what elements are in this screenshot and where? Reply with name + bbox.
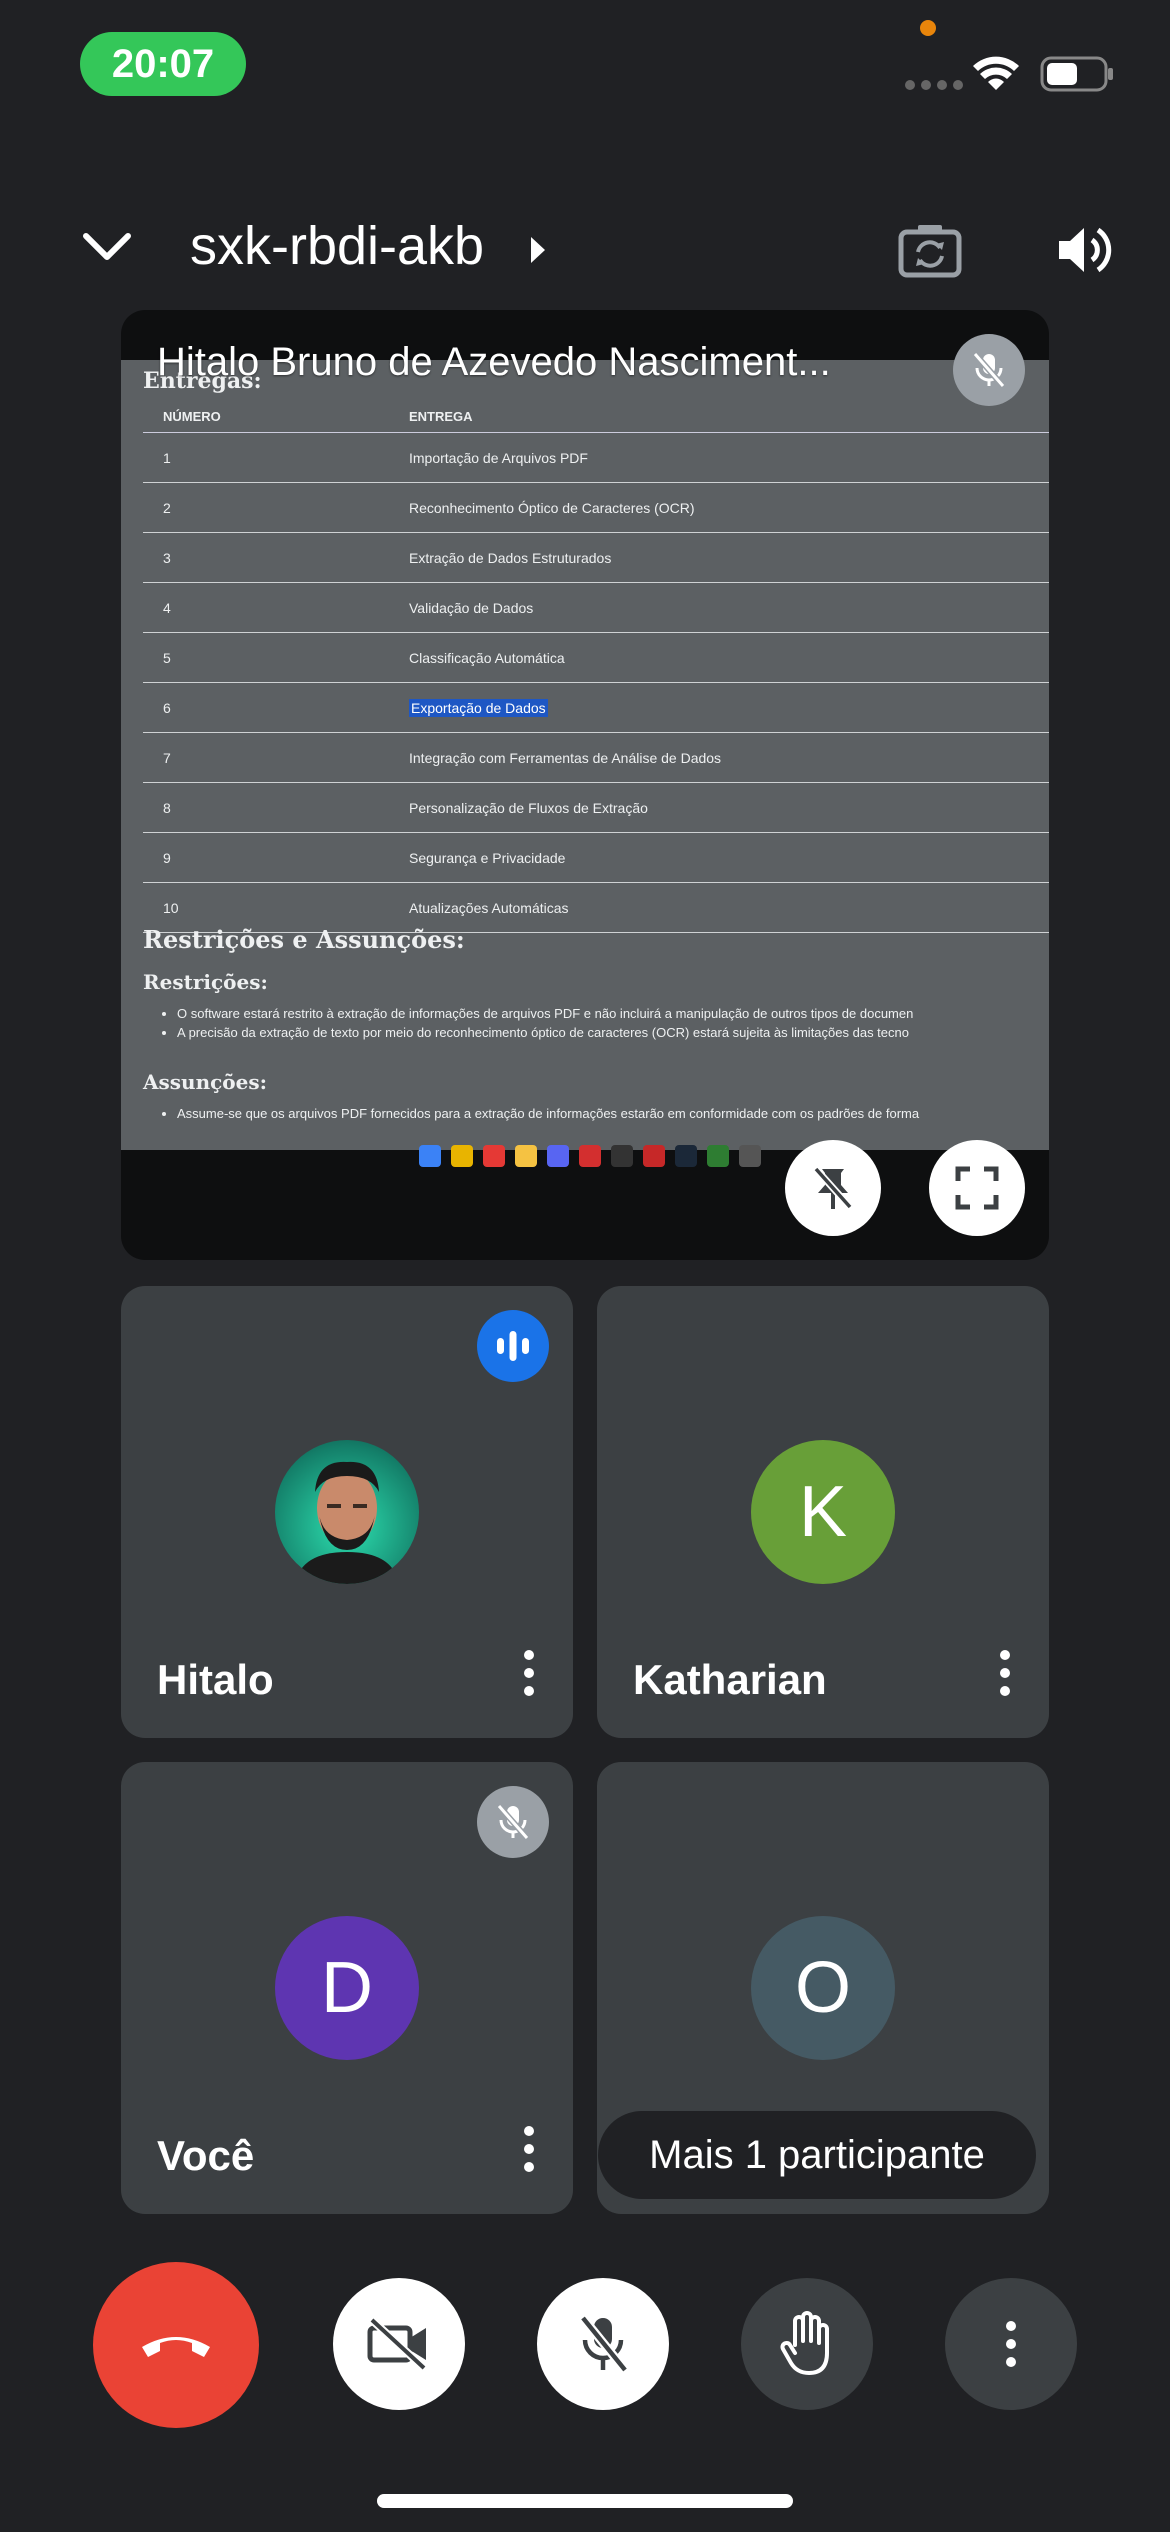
more-vert-icon xyxy=(1006,2321,1016,2367)
avatar: K xyxy=(751,1440,895,1584)
chevron-down-icon[interactable] xyxy=(82,232,132,262)
list-item: Assume-se que os arquivos PDF fornecidos… xyxy=(177,1106,919,1121)
assumptions-list: Assume-se que os arquivos PDF fornecidos… xyxy=(143,1106,919,1125)
table-row: 5 Classificação Automática xyxy=(143,632,1049,683)
shared-document: Entregas: NÚMERO ENTREGA 1 Importação de … xyxy=(121,360,1049,1150)
camera-off-icon xyxy=(367,2317,427,2371)
column-header: NÚMERO xyxy=(143,400,408,433)
table-row: 3 Extração de Dados Estruturados xyxy=(143,532,1049,583)
restrictions-subheading: Restrições: xyxy=(143,970,268,994)
avatar: O xyxy=(751,1916,895,2060)
presenter-name: Hitalo Bruno de Azevedo Nasciment... xyxy=(157,340,831,384)
more-vert-icon[interactable] xyxy=(524,2126,534,2172)
unpin-icon xyxy=(813,1166,853,1210)
row-number: 2 xyxy=(143,482,408,533)
meeting-code[interactable]: sxk-rbdi-akb xyxy=(190,215,484,277)
profile-photo xyxy=(295,1461,399,1584)
row-delivery: Integração com Ferramentas de Análise de… xyxy=(408,732,1049,783)
row-delivery: Segurança e Privacidade xyxy=(408,832,1049,883)
table-row: 6 Exportação de Dados xyxy=(143,682,1049,733)
mic-off-icon xyxy=(972,352,1006,388)
mic-off-icon xyxy=(496,1804,530,1840)
mic-toggle-button[interactable] xyxy=(537,2278,669,2410)
more-options-button[interactable] xyxy=(945,2278,1077,2410)
unpin-button[interactable] xyxy=(785,1140,881,1236)
participant-name: Katharian xyxy=(633,1656,827,1703)
row-number: 8 xyxy=(143,782,408,833)
restrictions-list: O software estará restrito à extração de… xyxy=(143,1006,913,1044)
raise-hand-button[interactable] xyxy=(741,2278,873,2410)
more-vert-icon[interactable] xyxy=(1000,1650,1010,1696)
participant-name: Hitalo xyxy=(157,1656,274,1703)
wifi-icon xyxy=(973,56,1019,90)
row-number: 5 xyxy=(143,632,408,683)
participant-name: Você xyxy=(157,2132,255,2179)
column-header: ENTREGA xyxy=(408,400,1049,433)
fullscreen-icon xyxy=(955,1166,999,1210)
mic-in-use-indicator xyxy=(920,20,936,36)
table-row: 1 Importação de Arquivos PDF xyxy=(143,432,1049,483)
list-item: A precisão da extração de texto por meio… xyxy=(177,1025,913,1040)
home-indicator[interactable] xyxy=(377,2494,793,2508)
speaker-icon[interactable] xyxy=(1056,222,1116,278)
audio-wave-icon xyxy=(497,1331,529,1361)
more-participants-label[interactable]: Mais 1 participante xyxy=(598,2111,1036,2199)
hand-raise-icon xyxy=(780,2311,829,2375)
camera-toggle-button[interactable] xyxy=(333,2278,465,2410)
assumptions-subheading: Assunções: xyxy=(143,1070,268,1094)
deliveries-table: NÚMERO ENTREGA 1 Importação de Arquivos P… xyxy=(143,400,1049,933)
restrictions-heading: Restrições e Assunções: xyxy=(143,925,465,954)
participant-tile-katharian[interactable]: K Katharian xyxy=(597,1286,1049,1738)
fullscreen-button[interactable] xyxy=(929,1140,1025,1236)
avatar: D xyxy=(275,1916,419,2060)
row-delivery: Reconhecimento Óptico de Caracteres (OCR… xyxy=(408,482,1049,533)
row-number: 9 xyxy=(143,832,408,883)
more-vert-icon[interactable] xyxy=(524,1650,534,1696)
status-time: 20:07 xyxy=(80,32,246,96)
end-call-icon xyxy=(142,2337,210,2357)
end-call-button[interactable] xyxy=(93,2262,259,2428)
row-number: 3 xyxy=(143,532,408,583)
avatar xyxy=(275,1440,419,1584)
flip-camera-icon[interactable] xyxy=(898,222,962,278)
table-row: 2 Reconhecimento Óptico de Caracteres (OC… xyxy=(143,482,1049,533)
list-item: O software estará restrito à extração de… xyxy=(177,1006,913,1021)
play-arrow-icon[interactable] xyxy=(528,234,548,266)
table-row: 9 Segurança e Privacidade xyxy=(143,832,1049,883)
mic-off-icon xyxy=(579,2315,629,2373)
row-delivery: Importação de Arquivos PDF xyxy=(408,432,1049,483)
row-number: 6 xyxy=(143,682,408,733)
row-delivery: Atualizações Automáticas xyxy=(408,882,1049,933)
row-delivery: Classificação Automática xyxy=(408,632,1049,683)
row-number: 7 xyxy=(143,732,408,783)
row-number: 1 xyxy=(143,432,408,483)
speaking-indicator xyxy=(477,1310,549,1382)
row-delivery: Exportação de Dados xyxy=(408,682,1049,733)
cellular-signal-icon xyxy=(905,80,963,90)
participant-tile-hitalo[interactable]: Hitalo xyxy=(121,1286,573,1738)
table-row: 8 Personalização de Fluxos de Extração xyxy=(143,782,1049,833)
screen-share-tile[interactable]: Entregas: NÚMERO ENTREGA 1 Importação de … xyxy=(121,310,1049,1260)
row-delivery: Validação de Dados xyxy=(408,582,1049,633)
muted-indicator xyxy=(477,1786,549,1858)
participant-tile-self[interactable]: D Você xyxy=(121,1762,573,2214)
battery-icon xyxy=(1040,56,1113,92)
row-delivery: Personalização de Fluxos de Extração xyxy=(408,782,1049,833)
presenter-muted-indicator xyxy=(953,334,1025,406)
table-row: 7 Integração com Ferramentas de Análise d… xyxy=(143,732,1049,783)
table-row: 4 Validação de Dados xyxy=(143,582,1049,633)
shared-taskbar xyxy=(419,1145,761,1167)
table-header-row: NÚMERO ENTREGA xyxy=(143,400,1049,433)
row-number: 4 xyxy=(143,582,408,633)
selected-text: Exportação de Dados xyxy=(409,698,548,717)
row-delivery: Extração de Dados Estruturados xyxy=(408,532,1049,583)
